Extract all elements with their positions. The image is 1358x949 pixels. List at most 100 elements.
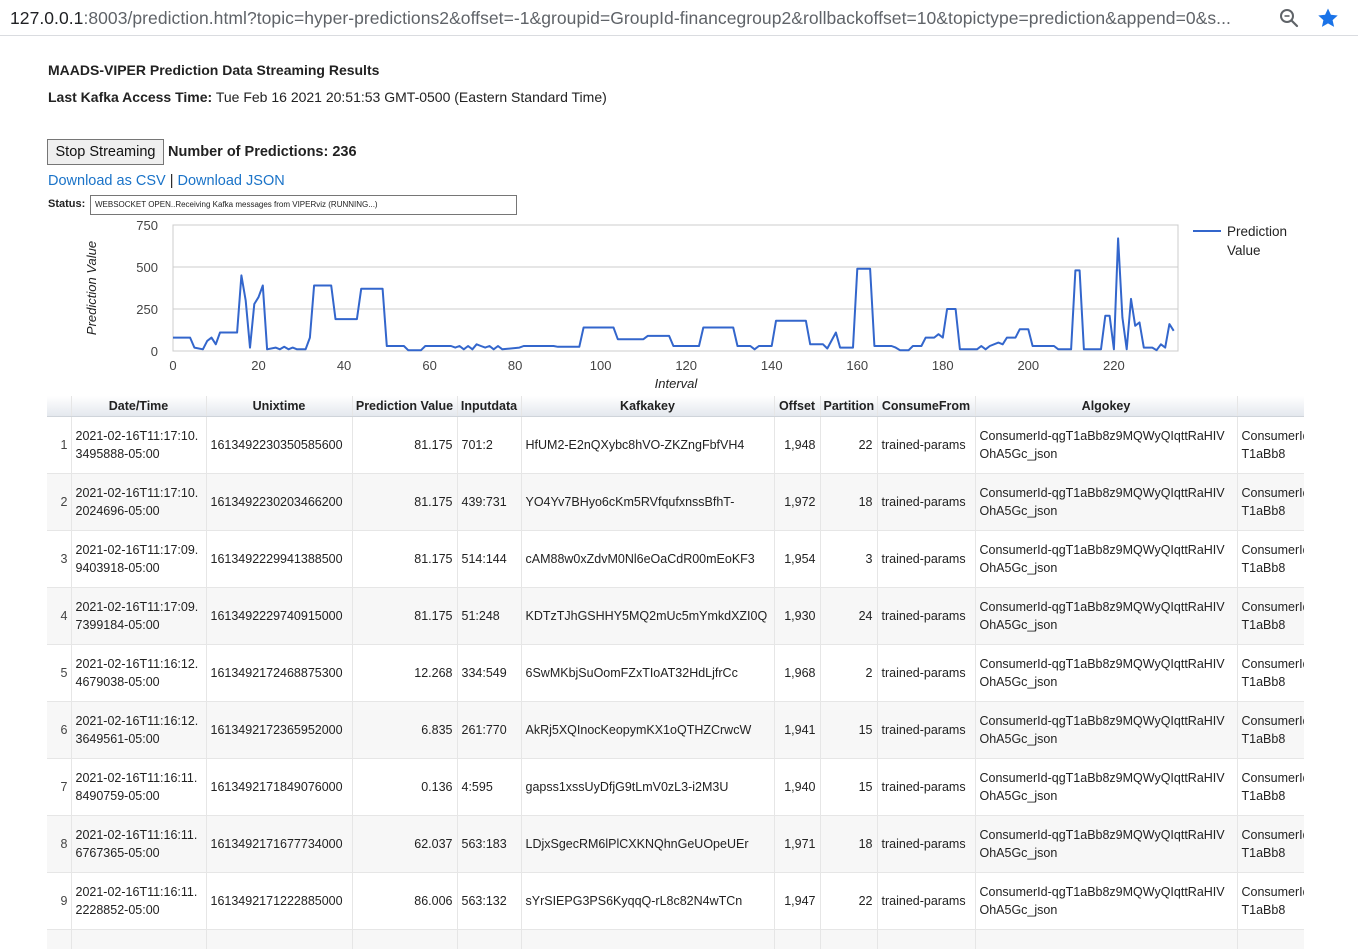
column-header[interactable]: Offset [774, 396, 821, 417]
table-row[interactable]: 1 2021-02-16T11:17:10.3495888-05:00 161349… [47, 416, 1304, 474]
y-tick-label: 500 [136, 260, 158, 275]
cell-datetime: 2021-02-16T11:16:11.2228852-05:00 [71, 872, 207, 930]
cell-consumefrom: trained-params [877, 758, 976, 816]
cell-datetime: 2021-02-16T11:17:10.2024696-05:00 [71, 473, 207, 531]
cell-extra: ConsumerId-qgT1aBb8 [1237, 473, 1304, 531]
cell-algokey: ConsumerId-qgT1aBb8z9MQWyQIqttRaHIVOhA5G… [975, 473, 1238, 531]
cell-unixtime [206, 929, 353, 949]
y-axis-label: Prediction Value [84, 241, 99, 335]
x-axis-label: Interval [655, 376, 699, 391]
x-tick-label: 120 [675, 358, 697, 373]
table-row[interactable]: 7 2021-02-16T11:16:11.8490759-05:00 161349… [47, 758, 1304, 816]
cell-unixtime: 1613492171849076000 [206, 758, 353, 816]
cell-kafkakey [521, 929, 775, 949]
x-tick-label: 100 [590, 358, 612, 373]
prediction-chart: 0 250 500 750 0 20 40 60 80 100 120 140 160 180 200 22… [84, 218, 1287, 391]
table-row[interactable]: 5 2021-02-16T11:16:12.4679038-05:00 161349… [47, 644, 1304, 702]
y-tick-label: 250 [136, 302, 158, 317]
access-time: Tue Feb 16 2021 20:51:53 GMT-0500 (Easte… [215, 89, 607, 105]
cell-offset: 1,971 [774, 815, 821, 873]
table-row[interactable]: 6 2021-02-16T11:16:12.3649561-05:00 161349… [47, 701, 1304, 759]
cell-algokey: ConsumerId-qgT1aBb8z9MQWyQIqttRaHIVOhA5G… [975, 530, 1238, 588]
cell-unixtime: 1613492172468875300 [206, 644, 353, 702]
cell-inputdata: 563:183 [457, 815, 522, 873]
column-header[interactable]: ConsumeFrom [877, 396, 976, 417]
cell-extra: ConsumerId-qgT1aBb8 [1237, 644, 1304, 702]
cell-prediction-value: 81.175 [352, 587, 458, 645]
cell-algokey: ConsumerId-qgT1aBb8z9MQWyQIqttRaHIVOhA5G… [975, 701, 1238, 759]
cell-datetime: 2021-02-16T11:16:11.8490759-05:00 [71, 758, 207, 816]
cell-unixtime: 1613492171677734000 [206, 815, 353, 873]
series-line-prediction-value [173, 237, 1175, 352]
cell-datetime: 2021-02-16T11:16:12.4679038-05:00 [71, 644, 207, 702]
cell-offset: 1,954 [774, 530, 821, 588]
grid-lines [173, 224, 1178, 352]
cell-partition: 3 [820, 530, 878, 588]
table-row[interactable]: 9 2021-02-16T11:16:11.2228852-05:00 161349… [47, 872, 1304, 930]
cell-algokey: ConsumerId-qgT1aBb8z9MQWyQIqttRaHIVOhA5G… [975, 815, 1238, 873]
cell-prediction-value: 0.136 [352, 758, 458, 816]
download-csv-link[interactable]: Download as CSV [48, 173, 166, 189]
table-row[interactable]: 2 2021-02-16T11:17:10.2024696-05:00 161349… [47, 473, 1304, 531]
zoom-icon[interactable] [1277, 6, 1301, 30]
table-row[interactable]: 8 2021-02-16T11:16:11.6767365-05:00 161349… [47, 815, 1304, 873]
column-header[interactable]: Date/Time [71, 396, 207, 417]
row-index: 8 [47, 815, 72, 873]
cell-algokey: ConsumerId-qgT1aBb8z9MQWyQIqttRaHIVOhA5G… [975, 644, 1238, 702]
x-tick-label: 40 [337, 358, 351, 373]
table-row[interactable]: 3 2021-02-16T11:17:09.9403918-05:00 161349… [47, 530, 1304, 588]
row-index: 4 [47, 587, 72, 645]
row-index: 9 [47, 872, 72, 930]
predictions-table-container[interactable]: Date/Time Unixtime Prediction Value Inputda… [47, 396, 1304, 949]
column-header[interactable]: Partition [820, 396, 878, 417]
cell-algokey: ConsumerId- [975, 929, 1238, 949]
cell-consumefrom: trained-params [877, 587, 976, 645]
url-text[interactable]: 127.0.0.1:8003/prediction.html?topic=hyp… [10, 8, 1265, 29]
x-tick-labels: 0 20 40 60 80 100 120 140 160 180 200 220 [169, 358, 1124, 373]
download-json-link[interactable]: Download JSON [178, 173, 285, 189]
cell-offset: 1,941 [774, 701, 821, 759]
cell-partition: 18 [820, 473, 878, 531]
cell-partition: 2 [820, 644, 878, 702]
cell-datetime: 2021-02-16T11:17:10.3495888-05:00 [71, 416, 207, 474]
cell-unixtime: 1613492230350585600 [206, 416, 353, 474]
cell-kafkakey: sYrSIEPG3PS6KyqqQ-rL8c82N4wTCn [521, 872, 775, 930]
y-tick-label: 0 [151, 344, 158, 359]
legend-label-line1: Prediction [1227, 224, 1287, 239]
table-row[interactable]: 2021-02- trained-ConsumerId-Consumer [47, 929, 1304, 949]
column-header[interactable] [1237, 396, 1304, 417]
x-tick-label: 80 [508, 358, 522, 373]
cell-algokey: ConsumerId-qgT1aBb8z9MQWyQIqttRaHIVOhA5G… [975, 872, 1238, 930]
cell-offset: 1,940 [774, 758, 821, 816]
column-header[interactable]: Algokey [975, 396, 1238, 417]
cell-kafkakey: YO4Yv7BHyo6cKm5RVfqufxnssBfhT- [521, 473, 775, 531]
cell-inputdata: 514:144 [457, 530, 522, 588]
browser-address-bar[interactable]: 127.0.0.1:8003/prediction.html?topic=hyp… [0, 0, 1358, 36]
bookmark-star-icon[interactable] [1316, 6, 1340, 30]
cell-kafkakey: 6SwMKbjSuOomFZxTIoAT32HdLjfrCc [521, 644, 775, 702]
column-header[interactable]: Prediction Value [352, 396, 458, 417]
cell-unixtime: 1613492229740915000 [206, 587, 353, 645]
column-header[interactable]: Kafkakey [521, 396, 775, 417]
column-header[interactable]: Unixtime [206, 396, 353, 417]
legend-label-line2: Value [1227, 243, 1261, 258]
row-index: 2 [47, 473, 72, 531]
stop-streaming-button[interactable]: Stop Streaming [47, 139, 164, 165]
column-header[interactable]: Inputdata [457, 396, 522, 417]
cell-consumefrom: trained-params [877, 473, 976, 531]
cell-prediction-value: 81.175 [352, 473, 458, 531]
cell-offset [774, 929, 821, 949]
x-tick-label: 200 [1017, 358, 1039, 373]
x-tick-label: 160 [846, 358, 868, 373]
table-row[interactable]: 4 2021-02-16T11:17:09.7399184-05:00 161349… [47, 587, 1304, 645]
column-header[interactable] [47, 396, 72, 417]
cell-extra: ConsumerId-qgT1aBb8 [1237, 587, 1304, 645]
cell-kafkakey: KDTzTJhGSHHY5MQ2mUc5mYmkdXZI0Q [521, 587, 775, 645]
table-body: 1 2021-02-16T11:17:10.3495888-05:00 161349… [47, 416, 1304, 949]
cell-extra: Consumer [1237, 929, 1304, 949]
cell-partition: 15 [820, 758, 878, 816]
cell-kafkakey: gapss1xssUyDfjG9tLmV0zL3-i2M3U [521, 758, 775, 816]
cell-inputdata: 4:595 [457, 758, 522, 816]
y-tick-label: 750 [136, 218, 158, 233]
url-path: :8003/prediction.html?topic=hyper-predic… [83, 8, 1231, 28]
